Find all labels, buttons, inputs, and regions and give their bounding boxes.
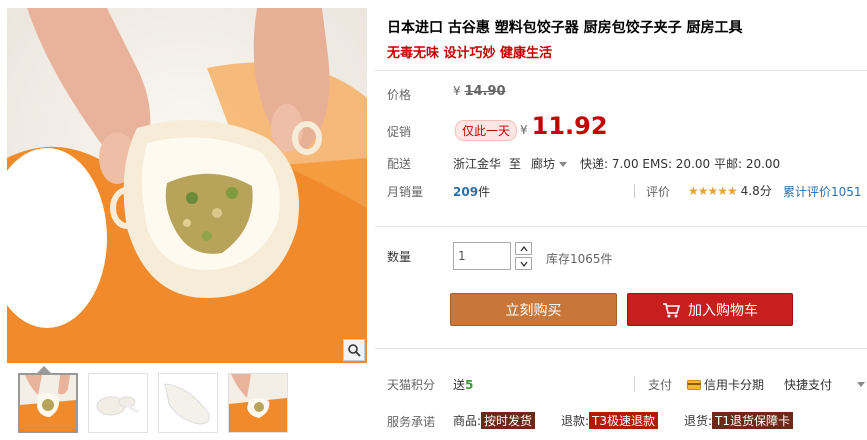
original-price-value: 14.90 (464, 84, 506, 99)
buy-now-label: 立刻购买 (505, 302, 562, 319)
divider (375, 226, 867, 227)
divider (375, 70, 867, 71)
currency-symbol: ¥ (453, 84, 461, 98)
service-item-shipping[interactable]: 商品: 按时发货 (453, 412, 536, 429)
divider (634, 377, 635, 391)
thumbnail-4[interactable] (228, 373, 288, 433)
price-label: 价格 (387, 88, 412, 102)
monthly-sales-unit: 件 (478, 185, 491, 199)
service-prefix: 退款: (561, 414, 590, 428)
stock-count: 库存1065件 (546, 252, 613, 266)
rating-label: 评价 (646, 185, 671, 199)
promo-label: 促销 (387, 125, 412, 139)
product-subtitle: 无毒无味 设计巧妙 健康生活 (387, 46, 553, 61)
service-label: 服务承诺 (387, 415, 436, 429)
points-give: 送 (453, 378, 466, 392)
points-value: 送5 (453, 376, 473, 393)
shipping-fees: 快递: 7.00 EMS: 20.00 平邮: 20.00 (580, 157, 781, 171)
monthly-sales: 209件 (453, 183, 490, 200)
quick-pay-label: 快捷支付 (784, 378, 833, 392)
shipping-destination-select[interactable]: 廊坊 (531, 155, 568, 172)
rating: ★★★★★ 4.8分 (688, 182, 772, 199)
quantity-input[interactable] (453, 242, 511, 270)
thumbnail-2[interactable] (88, 373, 148, 433)
points-amount: 5 (465, 378, 474, 392)
chevron-down-icon (519, 261, 528, 267)
payment-dropdown[interactable] (853, 377, 865, 391)
quantity-increase-button[interactable] (515, 242, 532, 255)
promo-badge: 仅此一天 (455, 120, 518, 141)
points-label: 天猫积分 (387, 378, 436, 392)
promo-price-value: 11.92 (531, 112, 608, 140)
currency-symbol: ¥ (520, 123, 528, 137)
chevron-up-icon (519, 245, 528, 251)
main-product-image[interactable] (7, 8, 367, 363)
add-to-cart-button[interactable]: 加入购物车 (627, 293, 793, 326)
shipping-label: 配送 (387, 157, 412, 171)
total-reviews-link[interactable]: 累计评价1051 (783, 183, 862, 200)
chevron-down-icon (559, 162, 568, 167)
chevron-down-icon (857, 382, 865, 387)
quantity-label: 数量 (387, 250, 412, 264)
service-tag: T3极速退款 (589, 412, 659, 429)
payment-label: 支付 (648, 378, 673, 392)
service-item-return[interactable]: 退货: T1退货保障卡 (684, 412, 794, 429)
promo-price: ¥11.92 (520, 112, 608, 140)
service-tag: 按时发货 (481, 412, 536, 429)
service-tag: T1退货保障卡 (712, 412, 794, 429)
divider (634, 184, 635, 198)
service-prefix: 退货: (684, 414, 713, 428)
product-title: 日本进口 古谷惠 塑料包饺子器 厨房包饺子夹子 厨房工具 (387, 20, 743, 36)
buy-now-button[interactable]: 立刻购买 (450, 293, 617, 326)
thumbnail-1[interactable] (18, 373, 78, 433)
rating-score: 4.8分 (740, 184, 772, 198)
thumbnail-3[interactable] (158, 373, 218, 433)
thumb-indicator-arrow (37, 366, 51, 373)
add-to-cart-label: 加入购物车 (688, 302, 758, 319)
shipping-destination: 廊坊 (531, 157, 556, 171)
star-rating-icon: ★★★★★ (688, 184, 738, 198)
shipping-from: 浙江金华 (453, 157, 502, 171)
monthly-sales-count: 209 (453, 185, 479, 199)
service-prefix: 商品: (453, 414, 482, 428)
thumbnail-strip (18, 373, 288, 433)
service-item-refund[interactable]: 退款: T3极速退款 (561, 412, 659, 429)
monthly-sales-label: 月销量 (387, 185, 424, 199)
divider (375, 348, 867, 349)
credit-installment-label: 信用卡分期 (704, 378, 765, 392)
credit-card-icon (687, 380, 701, 390)
original-price: ¥ 14.90 (453, 84, 506, 99)
quantity-decrease-button[interactable] (515, 257, 532, 270)
cart-icon (663, 302, 680, 317)
zoom-icon[interactable] (343, 339, 365, 361)
shipping-to-word: 至 (509, 157, 522, 171)
credit-installment-option[interactable]: 信用卡分期 (687, 376, 764, 393)
